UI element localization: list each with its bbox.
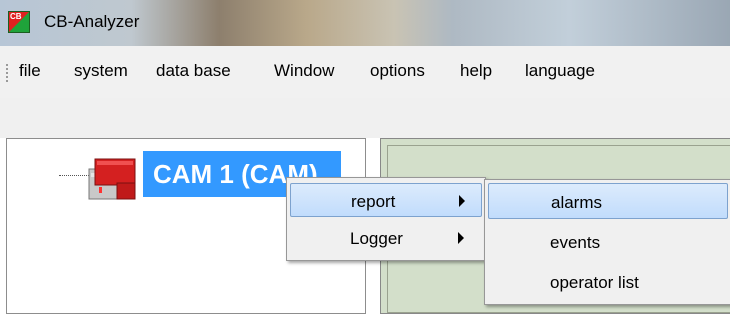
menu-language[interactable]: language — [525, 61, 595, 81]
submenu-arrow-icon — [459, 195, 465, 207]
title-bar: CB CB-Analyzer — [0, 0, 730, 46]
submenu-item-events[interactable]: events — [488, 224, 728, 260]
menu-data-base[interactable]: data base — [156, 61, 231, 81]
submenu-item-label: operator list — [550, 273, 639, 292]
context-menu: report Logger — [286, 177, 486, 261]
menu-bar: file system data base Window options hel… — [0, 46, 730, 98]
submenu-item-alarms[interactable]: alarms — [488, 183, 728, 219]
menu-options[interactable]: options — [370, 61, 425, 81]
context-item-logger[interactable]: Logger — [290, 221, 482, 255]
window-title: CB-Analyzer — [44, 12, 140, 31]
menu-file[interactable]: file — [19, 61, 41, 81]
submenu-item-label: alarms — [551, 193, 603, 212]
menu-window[interactable]: Window — [274, 61, 334, 81]
menu-system[interactable]: system — [74, 61, 128, 81]
context-item-label: Logger — [350, 229, 403, 248]
app-icon-text: CB — [10, 12, 22, 21]
submenu-arrow-icon — [458, 232, 464, 244]
menu-grip-icon[interactable] — [6, 64, 10, 82]
context-item-report[interactable]: report — [290, 183, 482, 217]
device-module-icon — [88, 158, 136, 200]
submenu-item-label: events — [550, 233, 601, 252]
submenu-item-operator-list[interactable]: operator list — [488, 264, 728, 300]
app-icon: CB — [8, 11, 30, 33]
context-item-label: report — [351, 192, 396, 211]
menu-help[interactable]: help — [460, 61, 492, 81]
toolbar-strip — [0, 98, 730, 138]
report-submenu: alarms events operator list — [484, 179, 730, 305]
